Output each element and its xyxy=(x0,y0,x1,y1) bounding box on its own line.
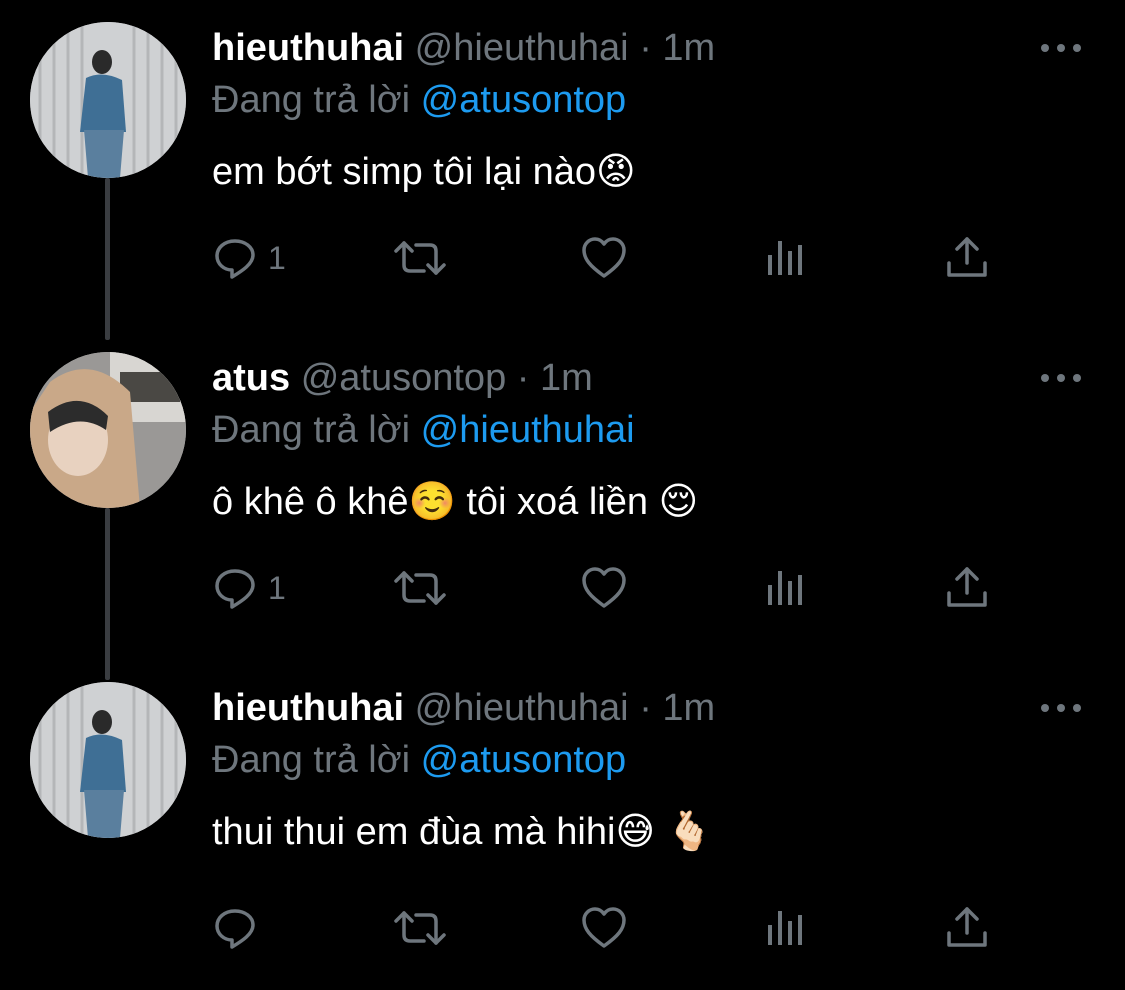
like-icon xyxy=(582,907,626,948)
display-name[interactable]: atus xyxy=(212,357,290,399)
like-button[interactable] xyxy=(580,898,628,958)
separator-dot: · xyxy=(639,27,652,69)
tweet[interactable]: hieuthuhai @hieuthuhai · 1m Đang trả lời… xyxy=(0,0,1125,330)
retweet-button[interactable] xyxy=(390,898,450,958)
share-button[interactable] xyxy=(944,228,990,288)
analytics-icon xyxy=(768,571,802,605)
share-button[interactable] xyxy=(944,898,990,958)
user-handle[interactable]: @hieuthuhai xyxy=(415,687,629,729)
share-icon xyxy=(947,237,987,277)
reply-button[interactable] xyxy=(212,898,258,958)
separator-dot: · xyxy=(516,357,530,399)
reply-icon xyxy=(215,239,255,279)
separator-dot: · xyxy=(639,687,652,729)
reply-context: Đang trả lời @hieuthuhai xyxy=(212,404,1092,456)
tweet-text: em bớt simp tôi lại nào😡 xyxy=(212,151,636,193)
tweet-timestamp[interactable]: 1m xyxy=(662,687,715,729)
retweet-button[interactable] xyxy=(390,558,450,618)
tweet-actions: 1 xyxy=(212,228,1012,288)
profile-photo-icon xyxy=(30,352,186,508)
reply-prefix: Đang trả lời xyxy=(212,739,411,781)
reply-prefix: Đang trả lời xyxy=(212,409,411,451)
analytics-icon xyxy=(768,241,802,275)
more-options-icon[interactable] xyxy=(1041,698,1081,718)
tweet[interactable]: atus @atusontop · 1m Đang trả lời @hieut… xyxy=(0,330,1125,660)
avatar[interactable] xyxy=(30,352,186,508)
like-button[interactable] xyxy=(580,228,628,288)
reply-icon xyxy=(215,569,255,609)
retweet-button[interactable] xyxy=(390,228,450,288)
tweet-header: atus @atusontop · 1m xyxy=(212,352,1092,404)
tweet-content: atus @atusontop · 1m Đang trả lời @hieut… xyxy=(212,352,1092,528)
tweet-header: hieuthuhai @hieuthuhai · 1m xyxy=(212,22,1092,74)
tweet-actions xyxy=(212,898,1012,958)
tweet-header: hieuthuhai @hieuthuhai · 1m xyxy=(212,682,1092,734)
reply-to-handle[interactable]: @atusontop xyxy=(421,739,627,781)
like-icon xyxy=(582,567,626,608)
tweet-timestamp[interactable]: 1m xyxy=(662,27,715,69)
share-button[interactable] xyxy=(944,558,990,618)
display-name[interactable]: hieuthuhai xyxy=(212,687,404,729)
tweet-text: thui thui em đùa mà hihi😅 🫰🏻 xyxy=(212,811,713,853)
user-handle[interactable]: @hieuthuhai xyxy=(415,27,629,69)
reply-to-handle[interactable]: @atusontop xyxy=(421,79,627,121)
reply-button[interactable]: 1 xyxy=(212,228,286,288)
tweet-content: hieuthuhai @hieuthuhai · 1m Đang trả lời… xyxy=(212,682,1092,858)
share-icon xyxy=(947,567,987,607)
analytics-button[interactable] xyxy=(764,898,808,958)
analytics-button[interactable] xyxy=(764,228,808,288)
analytics-button[interactable] xyxy=(764,558,808,618)
avatar[interactable] xyxy=(30,22,186,178)
reply-to-handle[interactable]: @hieuthuhai xyxy=(421,409,635,451)
tweet-text: ô khê ô khê☺️ tôi xoá liền 😌 xyxy=(212,481,699,523)
retweet-icon xyxy=(394,571,446,605)
tweet-content: hieuthuhai @hieuthuhai · 1m Đang trả lời… xyxy=(212,22,1092,198)
user-handle[interactable]: @atusontop xyxy=(301,357,507,399)
reply-context: Đang trả lời @atusontop xyxy=(212,74,1092,126)
tweet-thread: hieuthuhai @hieuthuhai · 1m Đang trả lời… xyxy=(0,0,1125,973)
tweet-timestamp[interactable]: 1m xyxy=(540,357,593,399)
share-icon xyxy=(947,907,987,947)
retweet-icon xyxy=(394,241,446,275)
tweet[interactable]: hieuthuhai @hieuthuhai · 1m Đang trả lời… xyxy=(0,660,1125,990)
like-button[interactable] xyxy=(580,558,628,618)
reply-prefix: Đang trả lời xyxy=(212,79,411,121)
display-name[interactable]: hieuthuhai xyxy=(212,27,404,69)
analytics-icon xyxy=(768,911,802,945)
reply-button[interactable]: 1 xyxy=(212,558,286,618)
avatar[interactable] xyxy=(30,682,186,838)
profile-photo-icon xyxy=(30,682,186,838)
more-options-icon[interactable] xyxy=(1041,38,1081,58)
more-options-icon[interactable] xyxy=(1041,368,1081,388)
reply-count: 1 xyxy=(268,569,286,606)
tweet-actions: 1 xyxy=(212,558,1012,618)
reply-count: 1 xyxy=(268,239,286,276)
profile-photo-icon xyxy=(30,22,186,178)
reply-icon xyxy=(215,909,255,949)
like-icon xyxy=(582,237,626,278)
retweet-icon xyxy=(394,911,446,945)
reply-context: Đang trả lời @atusontop xyxy=(212,734,1092,786)
